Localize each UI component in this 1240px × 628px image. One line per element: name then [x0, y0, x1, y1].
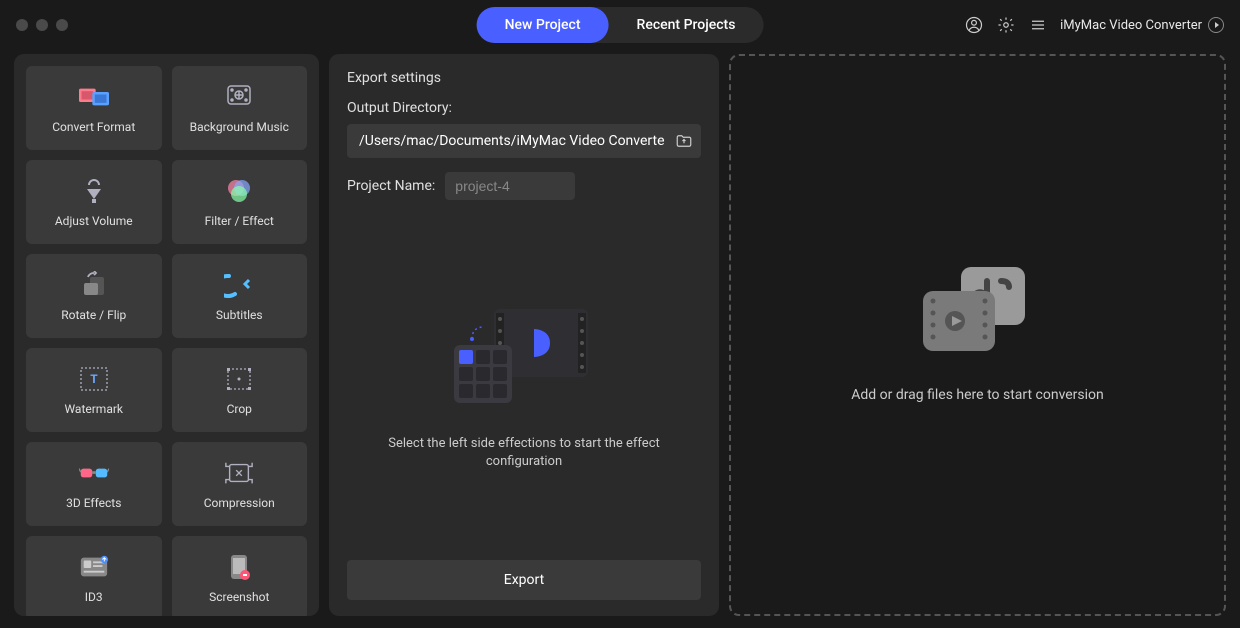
tool-id3[interactable]: ID3 [26, 536, 162, 616]
tool-label: Filter / Effect [205, 214, 274, 228]
tool-label: Crop [227, 402, 252, 416]
app-title: iMyMac Video Converter [1060, 17, 1224, 33]
minimize-window-icon[interactable] [36, 19, 48, 31]
glasses-icon [79, 458, 109, 488]
tool-label: ID3 [85, 590, 103, 604]
tool-compression[interactable]: Compression [172, 442, 308, 526]
convert-format-icon [79, 82, 109, 112]
tool-3d-effects[interactable]: 3D Effects [26, 442, 162, 526]
tool-label: Rotate / Flip [61, 308, 126, 322]
menu-icon[interactable] [1028, 15, 1048, 35]
tab-recent-projects[interactable]: Recent Projects [609, 7, 764, 43]
maximize-window-icon[interactable] [56, 19, 68, 31]
tab-new-project[interactable]: New Project [477, 7, 609, 43]
project-name-input[interactable] [445, 172, 575, 200]
window-controls [16, 19, 68, 31]
id3-icon [79, 552, 109, 582]
tool-crop[interactable]: Crop [172, 348, 308, 432]
screenshot-icon [224, 552, 254, 582]
browse-folder-icon[interactable] [675, 132, 693, 150]
subtitles-icon [224, 270, 254, 300]
tool-watermark[interactable]: T Watermark [26, 348, 162, 432]
music-icon [224, 82, 254, 112]
crop-icon [224, 364, 254, 394]
tool-rotate-flip[interactable]: Rotate / Flip [26, 254, 162, 338]
tool-label: Screenshot [209, 590, 269, 604]
tool-screenshot[interactable]: Screenshot [172, 536, 308, 616]
tool-label: Subtitles [216, 308, 263, 322]
tool-label: Adjust Volume [55, 214, 133, 228]
tool-background-music[interactable]: Background Music [172, 66, 308, 150]
effect-placeholder-illustration [454, 309, 594, 415]
project-name-label: Project Name: [347, 178, 435, 194]
filter-icon [224, 176, 254, 206]
tool-label: Compression [204, 496, 275, 510]
compression-icon [224, 458, 254, 488]
dropzone-illustration [923, 267, 1033, 357]
svg-text:T: T [90, 372, 98, 386]
export-button[interactable]: Export [347, 560, 701, 600]
volume-icon [79, 176, 109, 206]
effect-hint: Select the left side effections to start… [379, 435, 669, 471]
tool-label: Background Music [190, 120, 289, 134]
watermark-icon: T [79, 364, 109, 394]
rotate-icon [79, 270, 109, 300]
dropzone-text: Add or drag files here to start conversi… [851, 387, 1104, 403]
file-dropzone[interactable]: Add or drag files here to start conversi… [729, 54, 1226, 616]
project-tabs: New Project Recent Projects [477, 7, 764, 43]
output-directory-label: Output Directory: [347, 100, 701, 116]
settings-icon[interactable] [996, 15, 1016, 35]
tool-subtitles[interactable]: Subtitles [172, 254, 308, 338]
tool-label: 3D Effects [66, 496, 121, 510]
output-directory-field[interactable]: /Users/mac/Documents/iMyMac Video Conver… [347, 124, 701, 158]
account-icon[interactable] [964, 15, 984, 35]
tools-sidebar: Convert Format Background Music Adjust V… [14, 54, 319, 616]
tool-convert-format[interactable]: Convert Format [26, 66, 162, 150]
export-panel: Export settings Output Directory: /Users… [329, 54, 719, 616]
app-logo-icon [1208, 17, 1224, 33]
tool-label: Watermark [64, 402, 123, 416]
export-heading: Export settings [347, 70, 701, 86]
tool-adjust-volume[interactable]: Adjust Volume [26, 160, 162, 244]
tool-filter-effect[interactable]: Filter / Effect [172, 160, 308, 244]
titlebar: New Project Recent Projects iMyMac Video… [0, 0, 1240, 50]
close-window-icon[interactable] [16, 19, 28, 31]
tool-label: Convert Format [52, 120, 135, 134]
